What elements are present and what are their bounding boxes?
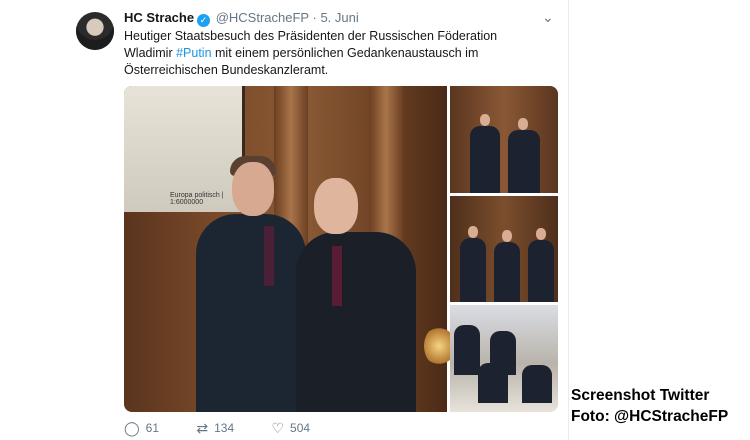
separator: · <box>312 10 317 25</box>
like-count: 504 <box>290 421 311 435</box>
face <box>502 230 512 242</box>
avatar[interactable] <box>76 12 114 50</box>
retweet-icon: ⇄ <box>196 420 209 436</box>
photo-caption: Screenshot Twitter Foto: @HCStracheFP <box>571 385 728 427</box>
reply-button[interactable]: ◯ 61 <box>124 420 159 437</box>
face <box>536 228 546 240</box>
thumbnail-photo-1[interactable] <box>450 86 558 193</box>
like-button[interactable]: ♡ 504 <box>271 420 310 437</box>
map-picture: Europa politisch | 1:6000000 <box>124 86 245 212</box>
face <box>480 114 490 126</box>
author-handle[interactable]: @HCStracheFP <box>216 10 309 25</box>
figure <box>522 365 552 403</box>
hashtag-link[interactable]: #Putin <box>176 46 211 60</box>
figure <box>460 238 486 302</box>
tweet-card[interactable]: HC Strache ✓ @HCStracheFP · 5. Juni ⌄ Heu… <box>68 0 569 440</box>
figure <box>494 242 520 302</box>
reply-count: 61 <box>145 421 160 435</box>
caption-line-2: Foto: @HCStracheFP <box>571 408 729 425</box>
figure <box>508 130 540 193</box>
retweet-button[interactable]: ⇄ 134 <box>196 420 234 437</box>
thumbnail-photo-3[interactable] <box>450 305 558 412</box>
reply-icon: ◯ <box>124 420 140 436</box>
figure <box>528 240 554 302</box>
figure <box>478 363 508 403</box>
caption-line-1: Screenshot Twitter <box>571 387 710 404</box>
chevron-down-icon[interactable]: ⌄ <box>542 9 554 26</box>
tweet-date[interactable]: 5. Juni <box>320 10 358 25</box>
tie <box>332 246 342 306</box>
tweet-header: HC Strache ✓ @HCStracheFP · 5. Juni <box>124 10 359 27</box>
person-right <box>296 232 416 412</box>
verified-badge-icon: ✓ <box>197 14 211 27</box>
person-right-head <box>314 178 358 234</box>
tweet-text: Heutiger Staatsbesuch des Präsidenten de… <box>124 28 544 79</box>
thumbnail-photo-2[interactable] <box>450 196 558 302</box>
face <box>518 118 528 130</box>
figure <box>454 325 480 375</box>
heart-icon: ♡ <box>271 420 285 436</box>
figure <box>470 126 500 193</box>
tweet-actions: ◯ 61 ⇄ 134 ♡ 504 <box>124 420 344 437</box>
face <box>468 226 478 238</box>
tweet-media-grid: Europa politisch | 1:6000000 <box>124 86 558 412</box>
main-photo[interactable]: Europa politisch | 1:6000000 <box>124 86 454 412</box>
tie <box>264 226 274 286</box>
person-left-head <box>232 162 274 216</box>
person-left <box>196 214 306 412</box>
retweet-count: 134 <box>214 421 235 435</box>
author-name[interactable]: HC Strache <box>124 10 194 25</box>
